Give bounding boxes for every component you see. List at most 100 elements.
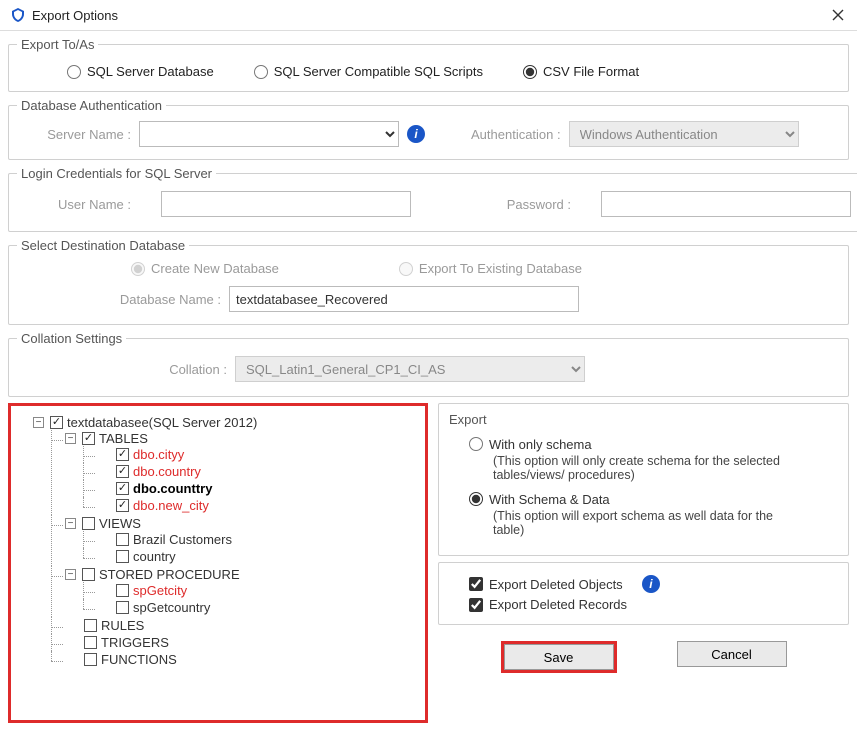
tree-root-label: textdatabasee(SQL Server 2012) [67, 415, 257, 430]
server-name-select[interactable] [139, 121, 399, 147]
tree-rules[interactable]: RULES [65, 618, 419, 633]
export-title: Export [449, 412, 838, 427]
db-name-input[interactable] [229, 286, 579, 312]
password-label: Password : [491, 197, 571, 212]
login-legend: Login Credentials for SQL Server [17, 166, 216, 181]
tree-functions[interactable]: FUNCTIONS [65, 652, 419, 667]
tree-views-label: VIEWS [99, 516, 141, 531]
tree-root-check[interactable] [50, 416, 63, 429]
tree-item-label: RULES [101, 618, 144, 633]
dest-legend: Select Destination Database [17, 238, 189, 253]
tree-item-dbo-new-city[interactable]: dbo.new_city [97, 498, 419, 513]
check-deleted-objects[interactable]: Export Deleted Objects i [469, 575, 838, 593]
tree-views[interactable]: − VIEWS [65, 516, 419, 531]
radio-sql-scripts-input[interactable] [254, 65, 268, 79]
object-tree[interactable]: − textdatabasee(SQL Server 2012) − TABLE… [8, 403, 428, 723]
tree-check[interactable] [116, 499, 129, 512]
radio-create-new-label: Create New Database [151, 261, 279, 276]
username-label: User Name : [21, 197, 131, 212]
tree-tables-check[interactable] [82, 432, 95, 445]
tree-item-spgetcountry[interactable]: spGetcountry [97, 600, 419, 615]
export-group: Export With only schema (This option wil… [438, 403, 849, 556]
tree-check[interactable] [84, 636, 97, 649]
save-button-highlight: Save [501, 641, 617, 673]
radio-sql-db-input[interactable] [67, 65, 81, 79]
tree-stored-procedure[interactable]: − STORED PROCEDURE [65, 567, 419, 582]
tree-item-label: country [133, 549, 176, 564]
check-deleted-objects-label: Export Deleted Objects [489, 577, 623, 592]
tree-check[interactable] [116, 601, 129, 614]
tree-check[interactable] [84, 619, 97, 632]
tree-check[interactable] [84, 653, 97, 666]
cancel-button[interactable]: Cancel [677, 641, 787, 667]
radio-schema-only[interactable]: With only schema [469, 437, 838, 452]
auth-select: Windows Authentication [569, 121, 799, 147]
info-icon[interactable]: i [642, 575, 660, 593]
radio-schema-data-label: With Schema & Data [489, 492, 610, 507]
radio-csv-input[interactable] [523, 65, 537, 79]
tree-triggers[interactable]: TRIGGERS [65, 635, 419, 650]
radio-export-existing: Export To Existing Database [399, 261, 582, 276]
tree-tables-label: TABLES [99, 431, 148, 446]
tree-sp-label: STORED PROCEDURE [99, 567, 240, 582]
dest-fieldset: Select Destination Database Create New D… [8, 238, 849, 325]
db-name-label: Database Name : [81, 292, 221, 307]
radio-schema-data[interactable]: With Schema & Data [469, 492, 838, 507]
export-deleted-group: Export Deleted Objects i Export Deleted … [438, 562, 849, 625]
tree-sp-check[interactable] [82, 568, 95, 581]
tree-check[interactable] [116, 584, 129, 597]
tree-check[interactable] [116, 448, 129, 461]
radio-csv[interactable]: CSV File Format [523, 64, 639, 79]
collation-fieldset: Collation Settings Collation : SQL_Latin… [8, 331, 849, 397]
radio-export-existing-input [399, 262, 413, 276]
schema-only-hint: (This option will only create schema for… [493, 454, 793, 482]
radio-sql-scripts-label: SQL Server Compatible SQL Scripts [274, 64, 483, 79]
collapse-icon[interactable]: − [65, 433, 76, 444]
tree-root[interactable]: − textdatabasee(SQL Server 2012) [33, 415, 419, 430]
tree-item-label: dbo.counttry [133, 481, 212, 496]
radio-schema-data-input[interactable] [469, 492, 483, 506]
tree-item-dbo-country[interactable]: dbo.country [97, 464, 419, 479]
check-deleted-records[interactable]: Export Deleted Records [469, 597, 838, 612]
db-auth-fieldset: Database Authentication Server Name : i … [8, 98, 849, 160]
db-auth-legend: Database Authentication [17, 98, 166, 113]
close-button[interactable] [829, 6, 847, 24]
check-deleted-objects-input[interactable] [469, 577, 483, 591]
tree-item-label: dbo.cityy [133, 447, 184, 462]
collapse-icon[interactable]: − [33, 417, 44, 428]
tree-item-label: FUNCTIONS [101, 652, 177, 667]
tree-item-dbo-cityy[interactable]: dbo.cityy [97, 447, 419, 462]
export-to-fieldset: Export To/As SQL Server Database SQL Ser… [8, 37, 849, 92]
radio-create-new-input [131, 262, 145, 276]
tree-item-label: TRIGGERS [101, 635, 169, 650]
radio-sql-scripts[interactable]: SQL Server Compatible SQL Scripts [254, 64, 483, 79]
titlebar: Export Options [0, 0, 857, 31]
app-icon [10, 7, 26, 23]
tree-check[interactable] [116, 550, 129, 563]
export-to-legend: Export To/As [17, 37, 98, 52]
tree-item-brazil-customers[interactable]: Brazil Customers [97, 532, 419, 547]
window-title: Export Options [32, 8, 829, 23]
tree-item-dbo-counttry[interactable]: dbo.counttry [97, 481, 419, 496]
tree-tables[interactable]: − TABLES [65, 431, 419, 446]
radio-schema-only-input[interactable] [469, 437, 483, 451]
tree-item-spgetcity[interactable]: spGetcity [97, 583, 419, 598]
collapse-icon[interactable]: − [65, 569, 76, 580]
tree-item-country-view[interactable]: country [97, 549, 419, 564]
radio-sql-db[interactable]: SQL Server Database [67, 64, 214, 79]
tree-check[interactable] [116, 533, 129, 546]
username-input[interactable] [161, 191, 411, 217]
radio-csv-label: CSV File Format [543, 64, 639, 79]
save-button[interactable]: Save [504, 644, 614, 670]
collapse-icon[interactable]: − [65, 518, 76, 529]
radio-export-existing-label: Export To Existing Database [419, 261, 582, 276]
check-deleted-records-input[interactable] [469, 598, 483, 612]
collation-legend: Collation Settings [17, 331, 126, 346]
password-input[interactable] [601, 191, 851, 217]
tree-item-label: spGetcountry [133, 600, 210, 615]
tree-check[interactable] [116, 482, 129, 495]
tree-views-check[interactable] [82, 517, 95, 530]
tree-check[interactable] [116, 465, 129, 478]
radio-sql-db-label: SQL Server Database [87, 64, 214, 79]
info-icon[interactable]: i [407, 125, 425, 143]
